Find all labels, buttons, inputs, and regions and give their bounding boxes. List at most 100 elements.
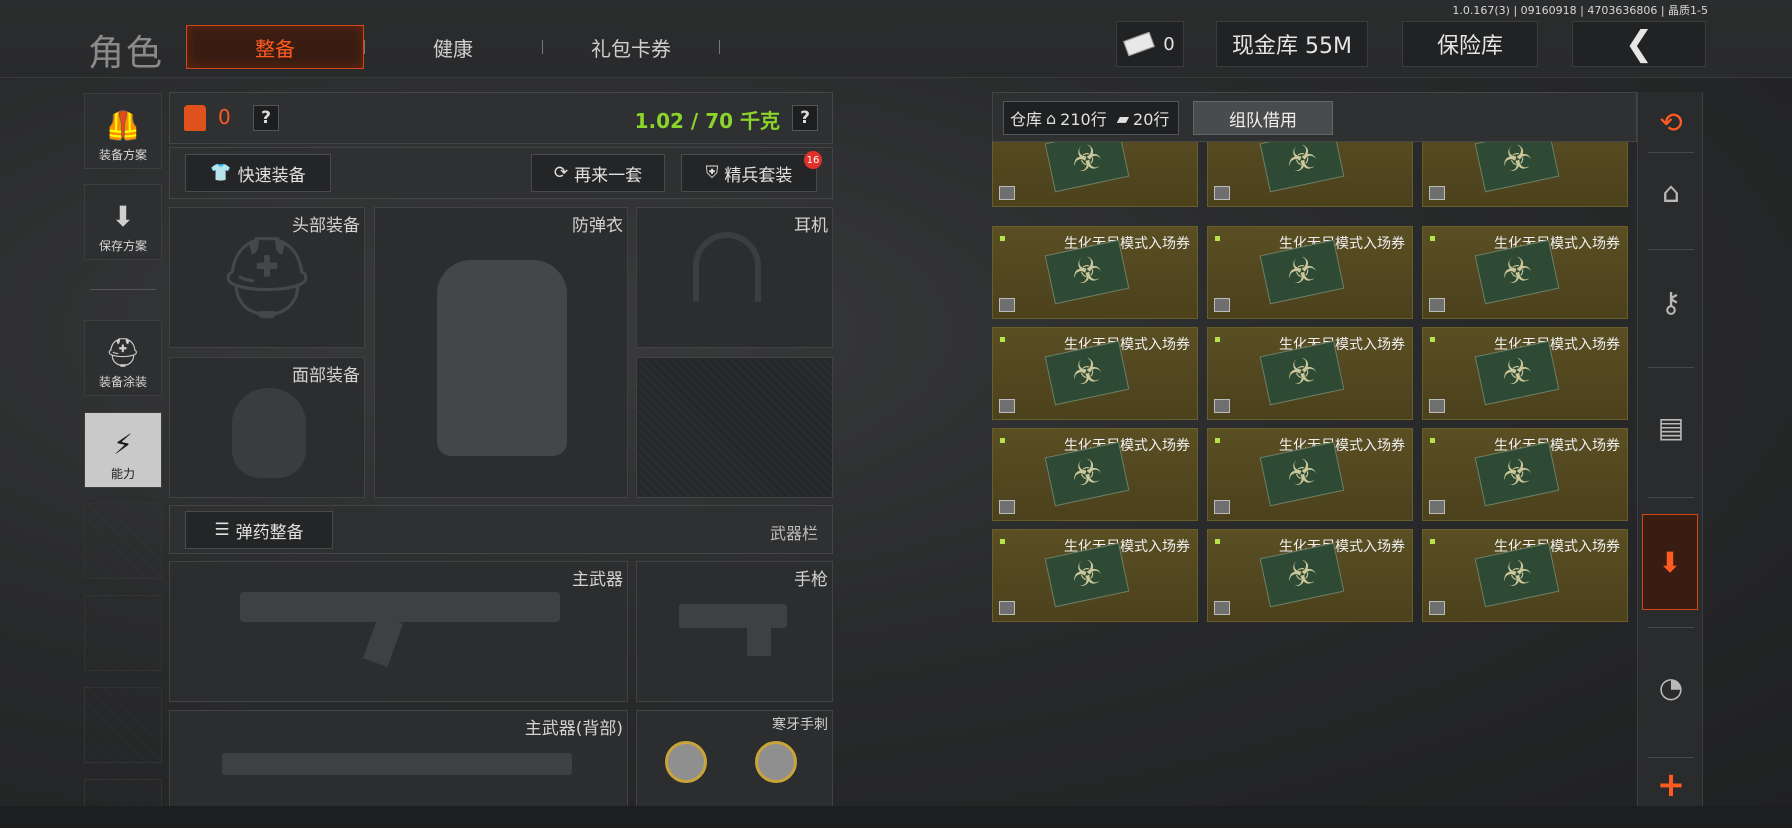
elite-set-button[interactable]: ⛨ 精兵套装	[681, 154, 817, 192]
weight-help-button[interactable]: ?	[792, 105, 818, 131]
biohazard-icon: ☣	[1497, 142, 1537, 182]
ammo-bar: ☰ 弹药整备 武器栏	[169, 505, 833, 554]
tab-prep[interactable]: 整备	[186, 25, 364, 69]
sidebar-separator	[1648, 249, 1694, 250]
elite-set-label: 精兵套装	[724, 165, 793, 186]
inventory-item[interactable]: 生化无尽模式入场券☣	[1207, 529, 1413, 622]
vest-icon: 🦺	[105, 109, 141, 142]
tab-separator	[719, 40, 720, 54]
cash-vault-button[interactable]: 现金库 55M	[1216, 21, 1368, 67]
vest-slot[interactable]: 防弹衣	[374, 207, 628, 498]
again-set-label: 再来一套	[574, 165, 643, 186]
biohazard-icon: ☣	[1282, 551, 1322, 597]
inventory-item[interactable]: 生化无尽模式入场券☣	[1207, 428, 1413, 521]
rarity-dot	[1215, 337, 1220, 342]
rarity-dot	[1430, 539, 1435, 544]
save-plan-label: 保存方案	[98, 239, 147, 253]
tab-gift-coupons[interactable]: 礼包卡券	[542, 25, 720, 69]
shield-icon: ⛨	[705, 163, 719, 183]
add-icon[interactable]: +	[1638, 760, 1704, 810]
biohazard-icon: ☣	[1282, 142, 1322, 182]
inventory-item[interactable]: 生化无尽模式入场券☣	[992, 142, 1198, 207]
biohazard-icon: ☣	[1282, 248, 1322, 294]
inventory-item[interactable]: 生化无尽模式入场券☣	[992, 428, 1198, 521]
rarity-dot	[1000, 539, 1005, 544]
version-text: 1.0.167(3) | 09160918 | 4703636806 | 晶质1…	[1452, 4, 1708, 17]
rarity-dot	[1430, 236, 1435, 241]
helmet-icon: ⛑	[216, 230, 318, 324]
gas-mask-icon	[232, 388, 306, 478]
team-borrow-button[interactable]: 组队借用	[1193, 101, 1333, 135]
inventory-item[interactable]: 生化无尽模式入场券☣	[1207, 142, 1413, 207]
ticket-icon: ☣	[1044, 239, 1130, 305]
equipment-skin-button[interactable]: ⛑ 装备涂装	[84, 320, 162, 396]
primary-back-slot[interactable]: 主武器(背部)	[169, 710, 628, 810]
rarity-dot	[1215, 438, 1220, 443]
cash-stack-icon[interactable]: ▤	[1638, 392, 1704, 462]
helmet-paint-icon: ⛑	[105, 336, 141, 369]
inventory-item[interactable]: 生化无尽模式入场券☣	[992, 226, 1198, 319]
equipment-plan-button[interactable]: 🦺 装备方案	[84, 93, 162, 169]
head-slot[interactable]: 头部装备 ⛑	[169, 207, 365, 348]
equipment-skin-label: 装备涂装	[98, 375, 147, 389]
box-icon	[1429, 186, 1445, 200]
face-slot[interactable]: 面部装备	[169, 357, 365, 498]
biohazard-icon: ☣	[1282, 349, 1322, 395]
inventory-item[interactable]: 生化无尽模式入场券☣	[1207, 327, 1413, 420]
back-button[interactable]: ❮	[1572, 21, 1706, 67]
inventory-item[interactable]: 生化无尽模式入场券☣	[992, 327, 1198, 420]
armor-icon	[184, 105, 206, 131]
ticket-icon: ☣	[1474, 542, 1560, 608]
inventory-item[interactable]: 生化无尽模式入场券☣	[1422, 142, 1628, 207]
ammo-prep-button[interactable]: ☰ 弹药整备	[185, 511, 333, 549]
pistol-grip	[747, 622, 771, 656]
ticket-icon: ☣	[1474, 239, 1560, 305]
box-icon	[1214, 601, 1230, 615]
inventory-item[interactable]: 生化无尽模式入场券☣	[992, 529, 1198, 622]
download-icon: ⬇	[111, 200, 135, 233]
bottom-bar	[0, 806, 1792, 828]
key-icon[interactable]: ⚷	[1638, 267, 1704, 337]
warehouse-label: 仓库	[1010, 110, 1043, 129]
primary-weapon-slot[interactable]: 主武器	[169, 561, 628, 702]
box-icon	[999, 601, 1015, 615]
safe-vault-button[interactable]: 保险库	[1402, 21, 1538, 67]
rarity-dot	[1000, 337, 1005, 342]
right-sidebar: ⟲ ⌂ ⚷ ▤ ⬇ ◔ +	[1637, 92, 1703, 810]
biohazard-icon: ☣	[1497, 349, 1537, 395]
ticket-icon: ☣	[1474, 441, 1560, 507]
sidebar-separator	[1648, 367, 1694, 368]
home-icon[interactable]: ⌂	[1638, 152, 1704, 232]
armor-help-button[interactable]: ?	[253, 105, 279, 131]
ticket-icon: ☣	[1044, 340, 1130, 406]
melee-slot[interactable]: 寒牙手刺	[636, 710, 833, 810]
ticket-icon: ☣	[1259, 542, 1345, 608]
biohazard-icon: ☣	[1497, 248, 1537, 294]
storage-box-icon[interactable]: ⬇	[1642, 514, 1698, 610]
ticket-icon: ☣	[1259, 441, 1345, 507]
ticket-icon: ☣	[1044, 441, 1130, 507]
tab-health[interactable]: 健康	[364, 25, 542, 69]
primary-weapon-label: 主武器	[572, 570, 623, 590]
again-set-button[interactable]: ⟳ 再来一套	[531, 154, 665, 192]
pistol-slot[interactable]: 手枪	[636, 561, 833, 702]
back-arrow-icon: ❮	[1624, 24, 1654, 64]
inventory-item[interactable]: 生化无尽模式入场券☣	[1422, 529, 1628, 622]
inventory-item[interactable]: 生化无尽模式入场券☣	[1207, 226, 1413, 319]
stack-sort-icon[interactable]: ⟲	[1638, 92, 1704, 152]
refresh-icon: ⟳	[553, 163, 569, 183]
box-icon	[1429, 601, 1445, 615]
ability-button[interactable]: ⚡ 能力	[84, 412, 162, 488]
currency-button[interactable]: 0	[1116, 21, 1184, 67]
box-icon	[999, 500, 1015, 514]
biohazard-icon: ☣	[1067, 450, 1107, 496]
save-plan-button[interactable]: ⬇ 保存方案	[84, 184, 162, 260]
quick-equip-button[interactable]: 👕 快速装备	[185, 154, 331, 192]
inventory-item[interactable]: 生化无尽模式入场券☣	[1422, 226, 1628, 319]
ability-label: 能力	[110, 467, 135, 481]
cash-rows: 20行	[1133, 110, 1170, 129]
inventory-item[interactable]: 生化无尽模式入场券☣	[1422, 327, 1628, 420]
inventory-item[interactable]: 生化无尽模式入场券☣	[1422, 428, 1628, 521]
clock-icon[interactable]: ◔	[1638, 652, 1704, 722]
headset-slot[interactable]: 耳机	[636, 207, 833, 348]
